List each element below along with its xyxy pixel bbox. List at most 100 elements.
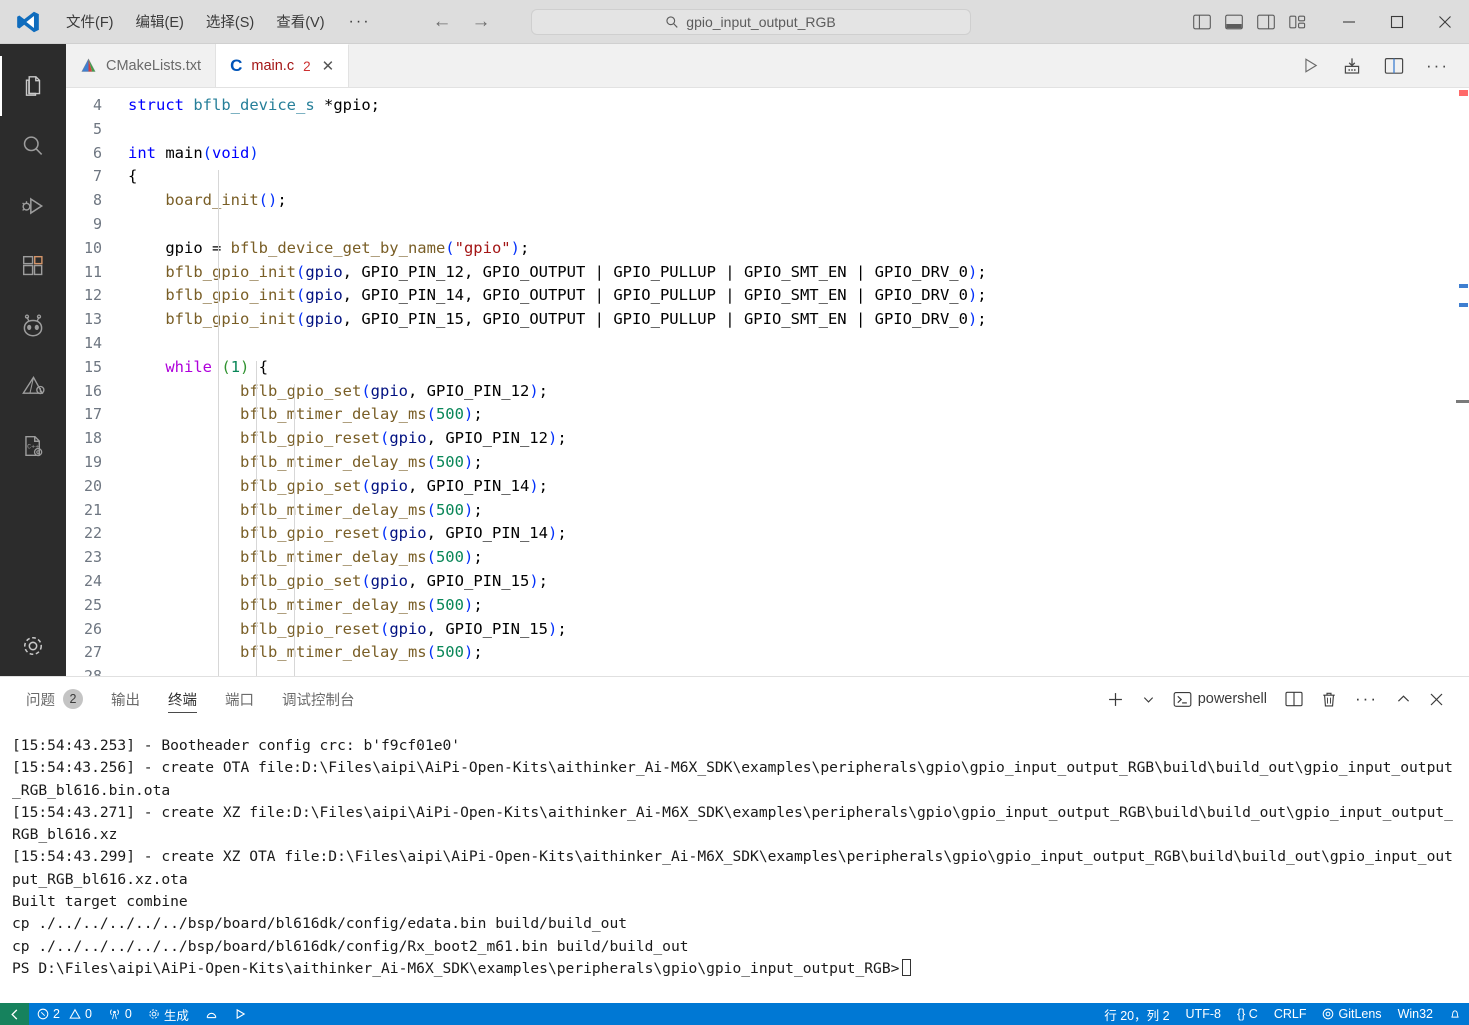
- code-line[interactable]: 22 bflb_gpio_reset(gpio, GPIO_PIN_14);: [66, 522, 1469, 546]
- title-bar: 文件(F) 编辑(E) 选择(S) 查看(V) ··· ← → gpio_inp…: [0, 0, 1469, 44]
- status-line-col[interactable]: 行 20，列 2: [1096, 1005, 1177, 1024]
- activity-run-debug[interactable]: [0, 176, 66, 236]
- panel-tab-ports[interactable]: 端口: [211, 677, 268, 721]
- ellipsis-icon[interactable]: ···: [1426, 56, 1449, 76]
- code-line[interactable]: 26 bflb_gpio_reset(gpio, GPIO_PIN_15);: [66, 618, 1469, 642]
- code-line[interactable]: 4 struct bflb_device_s *gpio;: [66, 94, 1469, 118]
- code-line[interactable]: 15 while (1) {: [66, 356, 1469, 380]
- menu-view[interactable]: 查看(V): [266, 7, 334, 36]
- status-build[interactable]: 生成: [140, 1005, 197, 1024]
- code-line[interactable]: 28: [66, 665, 1469, 676]
- code-line[interactable]: 17 bflb_mtimer_delay_ms(500);: [66, 403, 1469, 427]
- activity-platformio[interactable]: [0, 296, 66, 356]
- activity-search[interactable]: [0, 116, 66, 176]
- play-icon[interactable]: [1301, 56, 1320, 75]
- code-line[interactable]: 24 bflb_gpio_set(gpio, GPIO_PIN_15);: [66, 570, 1469, 594]
- kill-terminal-button[interactable]: [1312, 684, 1346, 714]
- ellipsis-icon: ···: [1355, 689, 1378, 708]
- menu-edit[interactable]: 编辑(E): [126, 7, 194, 36]
- activity-cpp-config[interactable]: C++: [0, 416, 66, 476]
- window-close-button[interactable]: [1421, 0, 1469, 44]
- panel-tab-debug-console[interactable]: 调试控制台: [268, 677, 369, 721]
- overview-error-mark: [1459, 90, 1468, 96]
- code-line[interactable]: 25 bflb_mtimer_delay_ms(500);: [66, 594, 1469, 618]
- terminal-line: [15:54:43.256] - create OTA file:D:\File…: [12, 759, 1453, 799]
- status-build-target[interactable]: [197, 1008, 226, 1020]
- download-flash-icon[interactable]: [1342, 56, 1362, 76]
- status-platform[interactable]: Win32: [1390, 1007, 1441, 1021]
- code-line-text: bflb_gpio_set(gpio, GPIO_PIN_14);: [239, 476, 548, 495]
- code-line[interactable]: 9: [66, 213, 1469, 237]
- active-terminal-shell[interactable]: powershell: [1164, 684, 1276, 714]
- line-number: 25: [83, 595, 102, 614]
- menu-selection[interactable]: 选择(S): [196, 7, 264, 36]
- window-maximize-button[interactable]: [1373, 0, 1421, 44]
- maximize-panel-button[interactable]: [1387, 684, 1420, 714]
- radio-value: 0: [124, 1007, 132, 1021]
- toggle-primary-sidebar-icon[interactable]: [1193, 14, 1211, 30]
- new-terminal-button[interactable]: [1098, 684, 1133, 714]
- status-problems[interactable]: 2 0: [29, 1007, 100, 1021]
- menu-file[interactable]: 文件(F): [56, 7, 124, 36]
- code-line[interactable]: 6 int main(void): [66, 142, 1469, 166]
- status-gitlens[interactable]: GitLens: [1314, 1007, 1389, 1021]
- arrow-left-icon[interactable]: ←: [433, 12, 452, 31]
- code-line[interactable]: 18 bflb_gpio_reset(gpio, GPIO_PIN_12);: [66, 427, 1469, 451]
- tab-close-icon[interactable]: ✕: [322, 57, 335, 75]
- line-number: 13: [83, 310, 102, 329]
- code-line[interactable]: 11 bflb_gpio_init(gpio, GPIO_PIN_12, GPI…: [66, 261, 1469, 285]
- status-radio-tower[interactable]: 0: [100, 1007, 140, 1021]
- code-line[interactable]: 5: [66, 118, 1469, 142]
- code-line[interactable]: 8 board_init();: [66, 189, 1469, 213]
- code-line[interactable]: 12 bflb_gpio_init(gpio, GPIO_PIN_14, GPI…: [66, 284, 1469, 308]
- panel-tab-terminal[interactable]: 终端: [154, 677, 211, 721]
- panel-tab-problems[interactable]: 问题 2: [12, 677, 97, 721]
- line-number: 16: [83, 381, 102, 400]
- status-indent[interactable]: {} C: [1229, 1007, 1266, 1021]
- activity-manage-settings[interactable]: [0, 616, 66, 676]
- code-line[interactable]: 27 bflb_mtimer_delay_ms(500);: [66, 641, 1469, 665]
- split-terminal-button[interactable]: [1276, 684, 1312, 714]
- new-terminal-dropdown-button[interactable]: [1133, 684, 1164, 714]
- status-remote-indicator[interactable]: [0, 1003, 29, 1025]
- tab-cmakelists[interactable]: CMakeLists.txt: [66, 44, 217, 87]
- code-line[interactable]: 7{: [66, 165, 1469, 189]
- code-line[interactable]: 21 bflb_mtimer_delay_ms(500);: [66, 499, 1469, 523]
- toggle-secondary-sidebar-icon[interactable]: [1257, 14, 1275, 30]
- command-center-search[interactable]: gpio_input_output_RGB: [530, 8, 971, 35]
- status-encoding[interactable]: UTF-8: [1178, 1007, 1229, 1021]
- close-panel-button[interactable]: [1420, 684, 1453, 714]
- panel-more-actions-button[interactable]: ···: [1346, 684, 1387, 714]
- code-line-text: bflb_gpio_set(gpio, GPIO_PIN_15);: [239, 571, 548, 590]
- panel-tab-label: 问题: [26, 692, 55, 709]
- error-count: 2: [53, 1007, 60, 1021]
- activity-cmake-tools[interactable]: [0, 356, 66, 416]
- status-eol[interactable]: CRLF: [1266, 1007, 1315, 1021]
- status-bell[interactable]: [1441, 1008, 1469, 1021]
- code-line[interactable]: 23 bflb_mtimer_delay_ms(500);: [66, 546, 1469, 570]
- code-line[interactable]: 13 bflb_gpio_init(gpio, GPIO_PIN_15, GPI…: [66, 308, 1469, 332]
- code-line[interactable]: 14: [66, 332, 1469, 356]
- code-editor[interactable]: 4 struct bflb_device_s *gpio; 5 6 int main(v…: [66, 88, 1469, 676]
- terminal-prompt-line[interactable]: PS D:\Files\aipi\AiPi-Open-Kits\aithinke…: [12, 958, 1457, 980]
- toggle-panel-icon[interactable]: [1225, 14, 1243, 30]
- tab-main-c[interactable]: C main.c 2 ✕: [216, 44, 350, 87]
- code-line[interactable]: 19 bflb_mtimer_delay_ms(500);: [66, 451, 1469, 475]
- activity-explorer[interactable]: [0, 56, 66, 116]
- tab-label: main.c: [251, 58, 295, 74]
- customize-layout-icon[interactable]: [1289, 14, 1307, 30]
- window-minimize-button[interactable]: [1325, 0, 1373, 44]
- gear-icon: [24, 637, 42, 655]
- terminal-output[interactable]: [15:54:43.253] - Bootheader config crc: …: [0, 721, 1469, 1003]
- code-line[interactable]: 20 bflb_gpio_set(gpio, GPIO_PIN_14);: [66, 475, 1469, 499]
- arrow-right-icon[interactable]: →: [472, 12, 491, 31]
- code-line-text: bflb_gpio_reset(gpio, GPIO_PIN_14);: [239, 524, 567, 543]
- code-line[interactable]: 10 gpio = bflb_device_get_by_name("gpio"…: [66, 237, 1469, 261]
- code-line[interactable]: 16 bflb_gpio_set(gpio, GPIO_PIN_12);: [66, 380, 1469, 404]
- status-launch[interactable]: [226, 1008, 255, 1020]
- overview-ruler[interactable]: [1455, 88, 1469, 676]
- menu-more-button[interactable]: ···: [337, 11, 383, 33]
- panel-tab-output[interactable]: 输出: [97, 677, 154, 721]
- split-editor-icon[interactable]: [1384, 57, 1404, 75]
- activity-extensions[interactable]: [0, 236, 66, 296]
